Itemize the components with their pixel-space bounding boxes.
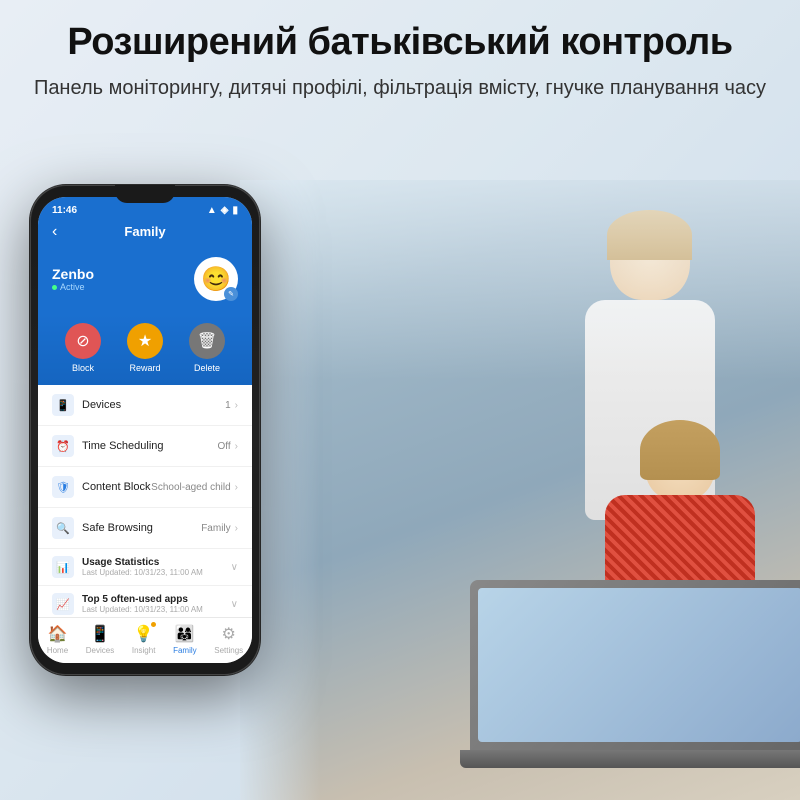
time-label: Time Scheduling: [82, 440, 164, 452]
nav-devices[interactable]: 📱 Devices: [86, 624, 114, 655]
content-label: Content Block: [82, 481, 150, 493]
menu-item-safe-browsing[interactable]: 🔍 Safe Browsing Family ›: [38, 508, 252, 549]
usage-expand-icon: ∨: [231, 562, 238, 573]
back-button[interactable]: ‹: [52, 223, 57, 241]
stats-apps-header: 📈 Top 5 often-used apps Last Updated: 10…: [52, 593, 238, 615]
wifi-icon: ◈: [221, 205, 229, 216]
home-nav-icon: 🏠: [48, 624, 68, 644]
action-buttons: ⊘ Block ★ Reward 🗑 Delete: [38, 315, 252, 385]
delete-button[interactable]: 🗑 Delete: [189, 323, 225, 373]
insight-dot: [151, 622, 156, 627]
main-title: Розширений батьківський контроль: [30, 20, 770, 66]
signal-icon: ▲: [207, 205, 217, 216]
phone-outer: 11:46 ▲ ◈ ▮ ‹ Family Zenbo: [30, 185, 260, 675]
profile-info: Zenbo Active: [52, 266, 94, 292]
profile-name: Zenbo: [52, 266, 94, 282]
battery-icon: ▮: [232, 205, 238, 216]
menu-item-time-scheduling[interactable]: ⏰ Time Scheduling Off ›: [38, 426, 252, 467]
nav-insight[interactable]: 💡 Insight: [132, 624, 156, 655]
stats-usage-left: 📊 Usage Statistics Last Updated: 10/31/2…: [52, 556, 203, 578]
apps-title: Top 5 often-used apps: [82, 594, 203, 605]
reward-button[interactable]: ★ Reward: [127, 323, 163, 373]
profile-section: Zenbo Active 😊 ✎: [38, 249, 252, 315]
delete-label: Delete: [194, 363, 220, 373]
insight-nav-label: Insight: [132, 646, 156, 655]
settings-nav-label: Settings: [214, 646, 243, 655]
time-value: Off: [218, 441, 231, 452]
status-icons: ▲ ◈ ▮: [207, 205, 238, 216]
avatar-edit-button[interactable]: ✎: [224, 287, 238, 301]
family-nav-icon: 👨‍👩‍👧: [175, 624, 195, 644]
status-dot: [52, 285, 57, 290]
browsing-value: Family: [201, 523, 230, 534]
usage-icon: 📊: [52, 556, 74, 578]
apps-expand-icon: ∨: [231, 599, 238, 610]
menu-right-content: School-aged child ›: [151, 482, 238, 493]
reward-label: Reward: [129, 363, 160, 373]
menu-item-content-block[interactable]: 🛡 Content Block School-aged child ›: [38, 467, 252, 508]
phone-notch: [115, 185, 175, 203]
nav-family[interactable]: 👨‍👩‍👧 Family: [173, 624, 197, 655]
stats-apps-left: 📈 Top 5 often-used apps Last Updated: 10…: [52, 593, 203, 615]
usage-title: Usage Statistics: [82, 557, 203, 568]
stats-usage[interactable]: 📊 Usage Statistics Last Updated: 10/31/2…: [38, 549, 252, 586]
browsing-label: Safe Browsing: [82, 522, 153, 534]
content-value: School-aged child: [151, 482, 231, 493]
content-chevron: ›: [235, 482, 238, 493]
insight-nav-icon: 💡: [134, 626, 154, 643]
home-nav-label: Home: [47, 646, 68, 655]
apps-icon: 📈: [52, 593, 74, 615]
sub-title: Панель моніторингу, дитячі профілі, філь…: [30, 74, 770, 102]
devices-label: Devices: [82, 399, 121, 411]
nav-home[interactable]: 🏠 Home: [47, 624, 68, 655]
menu-right-devices: 1 ›: [225, 400, 238, 411]
phone-screen: 11:46 ▲ ◈ ▮ ‹ Family Zenbo: [38, 197, 252, 663]
devices-chevron: ›: [235, 400, 238, 411]
menu-right-time: Off ›: [218, 441, 239, 452]
menu-left-browsing: 🔍 Safe Browsing: [52, 517, 153, 539]
menu-left-content: 🛡 Content Block: [52, 476, 150, 498]
stats-usage-header: 📊 Usage Statistics Last Updated: 10/31/2…: [52, 556, 238, 578]
browsing-chevron: ›: [235, 523, 238, 534]
apps-update: Last Updated: 10/31/23, 11:00 AM: [82, 605, 203, 614]
app-header-title: Family: [124, 224, 165, 239]
devices-icon: 📱: [52, 394, 74, 416]
block-label: Block: [72, 363, 94, 373]
reward-icon: ★: [127, 323, 163, 359]
phone-mockup: 11:46 ▲ ◈ ▮ ‹ Family Zenbo: [30, 185, 260, 675]
app-header: ‹ Family: [38, 220, 252, 249]
usage-update: Last Updated: 10/31/23, 11:00 AM: [82, 568, 203, 577]
settings-nav-icon: ⚙: [222, 624, 236, 644]
delete-icon: 🗑: [189, 323, 225, 359]
devices-value: 1: [225, 400, 231, 411]
browsing-icon: 🔍: [52, 517, 74, 539]
devices-nav-icon: 📱: [90, 624, 110, 644]
block-icon: ⊘: [65, 323, 101, 359]
menu-item-devices[interactable]: 📱 Devices 1 ›: [38, 385, 252, 426]
usage-info: Usage Statistics Last Updated: 10/31/23,…: [82, 557, 203, 577]
apps-info: Top 5 often-used apps Last Updated: 10/3…: [82, 594, 203, 614]
time-icon: ⏰: [52, 435, 74, 457]
menu-left-time: ⏰ Time Scheduling: [52, 435, 164, 457]
background-photo: [240, 180, 800, 800]
menu-right-browsing: Family ›: [201, 523, 238, 534]
time-chevron: ›: [235, 441, 238, 452]
avatar[interactable]: 😊 ✎: [194, 257, 238, 301]
devices-nav-label: Devices: [86, 646, 114, 655]
nav-settings[interactable]: ⚙ Settings: [214, 624, 243, 655]
header-section: Розширений батьківський контроль Панель …: [0, 0, 800, 112]
menu-left-devices: 📱 Devices: [52, 394, 121, 416]
bottom-nav: 🏠 Home 📱 Devices 💡 Insight: [38, 617, 252, 663]
profile-status: Active: [52, 282, 94, 292]
block-button[interactable]: ⊘ Block: [65, 323, 101, 373]
insight-icon-wrapper: 💡: [134, 624, 154, 644]
content-icon: 🛡: [52, 476, 74, 498]
screen-content: 11:46 ▲ ◈ ▮ ‹ Family Zenbo: [38, 197, 252, 663]
family-nav-label: Family: [173, 646, 197, 655]
status-time: 11:46: [52, 205, 77, 216]
